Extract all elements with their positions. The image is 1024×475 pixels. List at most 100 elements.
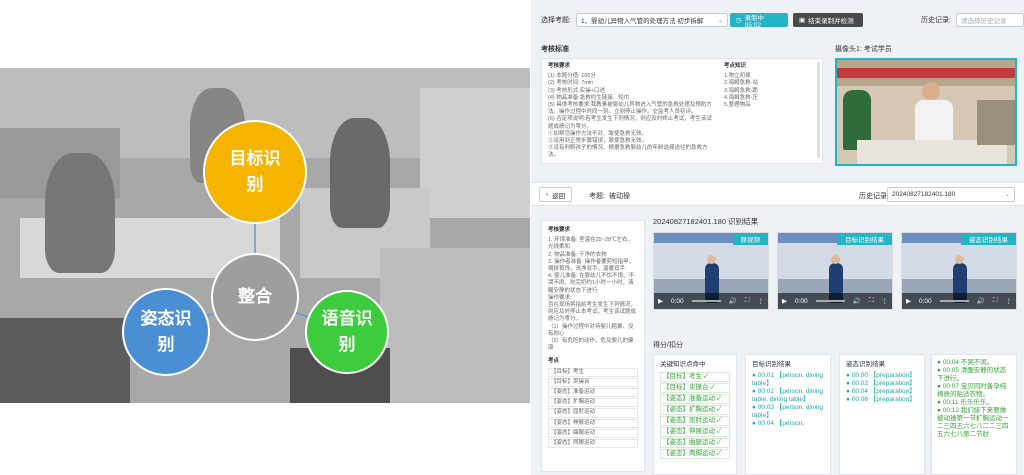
keypoint-item: 【姿态】两脚运动 ✓ — [660, 449, 730, 459]
video-tag: 姿态识别结果 — [961, 233, 1016, 245]
exam-select-label: 选择考题: — [541, 17, 571, 24]
keypoint-item: 【姿态】屈肘运动 ✓ — [660, 416, 730, 426]
pose-result-item: ● 00:02 【preparation】 — [846, 380, 916, 387]
criteria-point-item: 3.海姆急救-跪 — [724, 87, 758, 94]
more-icon[interactable]: ⋮ — [882, 297, 889, 305]
keypoint-item: 【目标】卖操台 ✓ — [660, 383, 730, 393]
more-icon[interactable]: ⋮ — [1006, 297, 1013, 305]
target-result-item: ● 00:01 【person, dining table】 — [752, 372, 824, 387]
keypoint-item: 【姿态】伸展运动 ✓ — [660, 427, 730, 437]
end-recording-label: 结束录制并检测 — [808, 18, 854, 25]
recording-button[interactable]: ◷ 录制中 05:02 — [730, 13, 788, 29]
more-icon[interactable]: ⋮ — [758, 297, 765, 305]
criteria-req-item: ①如帮活操作方法不对、致使急救无效。 — [548, 130, 648, 137]
side-points: 【目标】考生 【目标】卖操台 【姿态】准备运动 【姿态】扩胸运动 【姿态】屈肘运动 【姿态… — [548, 367, 638, 449]
play-icon[interactable]: ▶ — [658, 297, 663, 305]
criteria-points-list: 1.物立初掉 2.海姆急救-站 3.海姆急救-跪 4.海姆急救-压 5.整理物品 — [724, 73, 814, 109]
volume-icon[interactable]: 🔊 — [729, 297, 737, 305]
video-progress[interactable] — [691, 300, 721, 302]
side-line: （2）有危险的动作，危及婴儿的健康 — [548, 338, 634, 352]
side-point: 【姿态】扩胸运动 — [548, 398, 638, 408]
video-person-head — [955, 255, 964, 264]
result-history-label: 历史记录 — [859, 193, 887, 200]
criteria-req-item: (4) 物品准备:急救约生链接、短巾 — [548, 94, 630, 101]
video-person-head — [831, 255, 840, 264]
video-time: 0:00 — [919, 297, 932, 305]
voice-result-item: ● 00:05 清醒安静的状态下进行。 — [937, 367, 1007, 382]
side-line: 2. 物品准备: 干净的衣物 — [548, 251, 607, 258]
video-progress[interactable] — [815, 300, 845, 302]
voice-result-item: ● 00:11 乐乐乐乐。 — [937, 399, 993, 406]
end-recording-button[interactable]: ▣ 结束录制并检测 — [793, 13, 863, 27]
result-exam-label: 考题: — [589, 193, 605, 200]
keypoint-item: 【姿态】准备运动 ✓ — [660, 394, 730, 404]
history-label: 历史记录: — [921, 17, 951, 24]
fullscreen-icon[interactable]: ⛶ — [993, 297, 998, 305]
back-button[interactable]: ‹ 返回 — [539, 187, 573, 202]
recording-label: 录制中 05:02 — [744, 14, 765, 29]
side-point: 【姿态】准备运动 — [548, 388, 638, 398]
pose-recognition-node: 姿态识别 — [122, 288, 210, 376]
stop-icon: ▣ — [799, 17, 806, 24]
voice-result-item: ● 00:07 宝贝同时备孕纯棉质的贴适衣物。 — [937, 383, 1007, 398]
pose-recognition-label: 姿态识别 — [140, 309, 192, 355]
side-line: 4. 婴儿准备: 在婴幼儿不饥不饱、不哭不闹、吃完奶约1小时一小时，清醒安静的状… — [548, 273, 635, 294]
play-icon[interactable]: ▶ — [906, 297, 911, 305]
play-icon[interactable]: ▶ — [782, 297, 787, 305]
keypoint-item: 【目标】考生 ✓ — [660, 372, 730, 382]
criteria-title: 考核标准 — [541, 46, 569, 53]
criteria-points-col: 考点知识 1.物立初掉 2.海姆急救-站 3.海姆急救-跪 4.海姆急救-压 5.整理物… — [724, 63, 814, 109]
result-history-value: 20240827182401.180 — [892, 191, 956, 198]
scores-title: 得分/扣分 — [653, 342, 683, 349]
exam-select[interactable]: 1、婴幼儿异物入气管的处理方法 初步拆解 ⌄ — [575, 13, 728, 27]
target-result-item: ● 00:02 【person, dining table, dining ta… — [752, 388, 824, 403]
camera-feed[interactable] — [835, 58, 1017, 166]
volume-icon[interactable]: 🔊 — [977, 297, 985, 305]
pose-result-item: ● 00:00 【preparation】 — [846, 372, 916, 379]
result-video[interactable]: 目标识别结果 ▶ 0:00 🔊 ⛶ ⋮ — [777, 232, 893, 310]
criteria-req-item: (6) 否定项说明:若考生发生下列情况，则应及时终止考试，考生该试题成绩记为零分… — [548, 116, 712, 130]
criteria-point-item: 4.海姆急救-压 — [724, 94, 758, 101]
history-select[interactable]: 请选择历史记录 — [955, 13, 1024, 27]
chevron-left-icon: ‹ — [546, 191, 549, 198]
side-point: 【姿态】两脚运动 — [548, 439, 638, 449]
voice-result-item: ● 00:12 我们接下来要做被动操第一节扩胸运动一二三四五六七八二二三四五六七… — [937, 407, 1009, 438]
result-video[interactable]: 姿态识别结果 ▶ 0:00 🔊 ⛶ ⋮ — [901, 232, 1017, 310]
result-exam-value: 被动操 — [609, 193, 630, 200]
target-result-title: 目标识别结果 — [752, 361, 791, 368]
timer-icon: ◷ — [736, 17, 742, 24]
fullscreen-icon[interactable]: ⛶ — [869, 297, 874, 305]
history-filter: 历史记录: 请选择历史记录 — [921, 13, 1024, 27]
results-title: 20240827182401.180 识别结果 — [653, 217, 759, 226]
video-progress[interactable] — [939, 300, 969, 302]
side-requirements: 考核要求 1. 环境准备: 室温在25~28℃左右，光线柔和 2. 物品准备: 干… — [541, 220, 645, 472]
volume-icon[interactable]: 🔊 — [853, 297, 861, 305]
pose-result-card: 姿态识别结果 ● 00:00 【preparation】 ● 00:02 【pre… — [839, 354, 925, 475]
merge-node: 整合 — [211, 253, 299, 341]
result-history-select[interactable]: 20240827182401.180 ⌄ — [887, 187, 1015, 202]
criteria-req-item: ③没有判断孩子的情况、根据急救婴幼儿的年龄选择送往的急救方法。 — [548, 145, 708, 159]
chevron-down-icon: ⌄ — [1004, 192, 1010, 198]
top-toolbar: 选择考题: 1、婴幼儿异物入气管的处理方法 初步拆解 ⌄ — [541, 13, 728, 27]
result-bar: ‹ 返回 考题: 被动操 历史记录 20240827182401.180 ⌄ — [531, 182, 1024, 206]
side-points-title: 考点 — [548, 358, 560, 365]
target-result-item: ● 00:04 【person, — [752, 420, 804, 427]
video-time: 0:00 — [671, 297, 684, 305]
criteria-point-item: 5.整理物品 — [724, 102, 751, 109]
screenshot-stage: 目标识别 整合 姿态识别 语音识别 选择考题: 1、婴幼儿异物入气管的处理方法 … — [0, 0, 1024, 475]
side-point: 【姿态】伸展运动 — [548, 418, 638, 428]
video-time: 0:00 — [795, 297, 808, 305]
result-video[interactable]: 原视频 ▶ 0:00 🔊 ⛶ ⋮ — [653, 232, 769, 310]
camera-title: 摄像头1: 考试学员 — [835, 46, 892, 53]
side-line: 操作要求: — [548, 294, 572, 301]
fullscreen-icon[interactable]: ⛶ — [745, 297, 750, 305]
side-point: 【目标】考生 — [548, 367, 638, 377]
criteria-points-header: 考点知识 — [724, 63, 747, 69]
criteria-scrollbar[interactable] — [817, 62, 820, 158]
video-tag: 原视频 — [732, 233, 768, 245]
target-result-item: ● 00:03 【person, dining table】 — [752, 404, 824, 419]
voice-result-list: ● 00:04 不哭不闹。 ● 00:05 清醒安静的状态下进行。 ● 00:07 … — [937, 359, 1011, 439]
keypoints-title: 关键知识点命中 — [660, 361, 706, 368]
target-recognition-node: 目标识别 — [203, 120, 307, 224]
side-line: 1. 环境准备: 室温在25~28℃左右，光线柔和 — [548, 237, 634, 251]
